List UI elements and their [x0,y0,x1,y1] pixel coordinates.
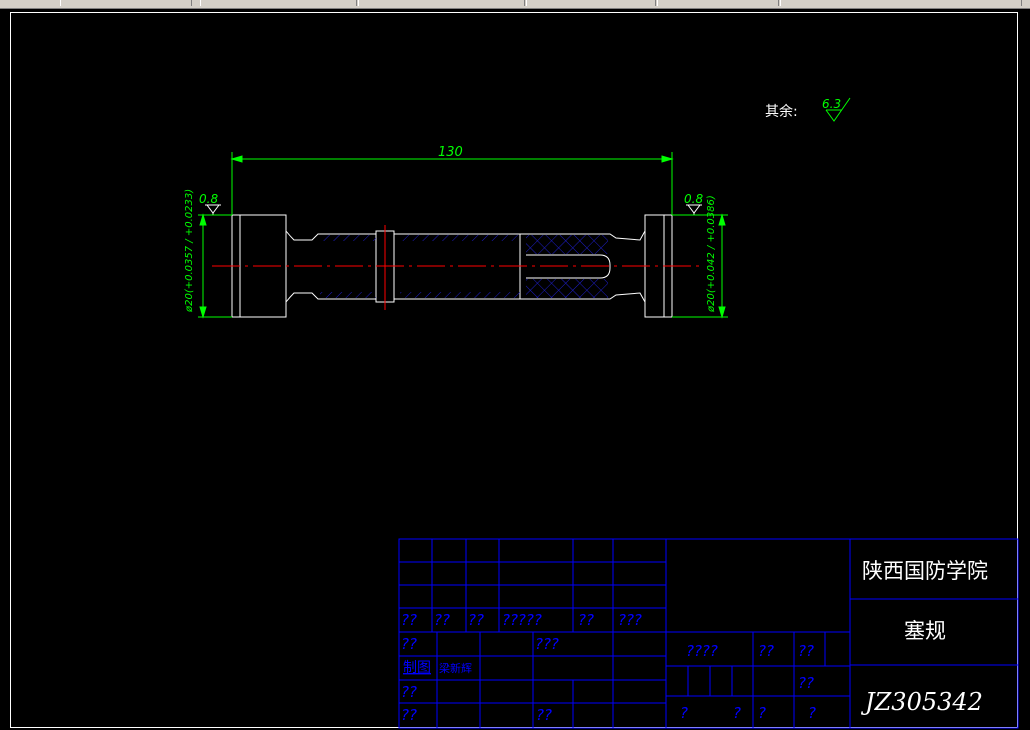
tb-cell: ?? [401,611,417,629]
tb-cell: ? [808,704,816,722]
drawn-by-name: 梁新辉 [439,661,472,675]
left-roughness-icon [205,204,221,215]
tb-cell: ?? [468,611,484,629]
part-name: 塞规 [904,619,946,643]
school-name: 陕西国防学院 [862,559,988,583]
tb-cell: ??? [618,611,642,629]
tb-cell: ?? [798,674,814,692]
right-diameter-text: ø20(+0.042 / +0.0386) [706,195,717,313]
tb-cell: ?? [758,642,774,660]
tb-cell: ? [733,704,741,722]
right-roughness-value: 0.8 [684,192,703,206]
tb-cell: ?? [798,642,814,660]
overall-length-text: 130 [438,145,463,160]
dimension-overall-length [230,152,674,215]
drawing-number: JZ305342 [860,688,983,716]
tb-cell: ?? [401,706,417,724]
tb-cell: ????? [502,611,542,629]
tb-cell: ? [758,704,766,722]
drawn-by-label: 制图 [403,660,431,676]
left-diameter-text: ø20(+0.0357 / +0.0233) [184,189,195,313]
tb-cell: ?? [578,611,594,629]
roughness-note-label: 其余: [765,103,798,120]
cad-canvas[interactable]: 其余: 6.3 130 0.8 0.8 ø20(+0.0357 / +0.023… [0,0,1030,730]
tb-cell: ?? [401,683,417,701]
tb-cell: ? [680,704,688,722]
tb-cell: ?? [434,611,450,629]
tb-cell: ?? [536,706,552,724]
left-roughness-value: 0.8 [199,192,218,206]
tb-cell: ??? [535,635,559,653]
tb-cell: ?? [401,635,417,653]
roughness-note-value: 6.3 [822,97,841,111]
tb-cell: ???? [686,642,718,660]
right-roughness-icon [686,204,702,215]
